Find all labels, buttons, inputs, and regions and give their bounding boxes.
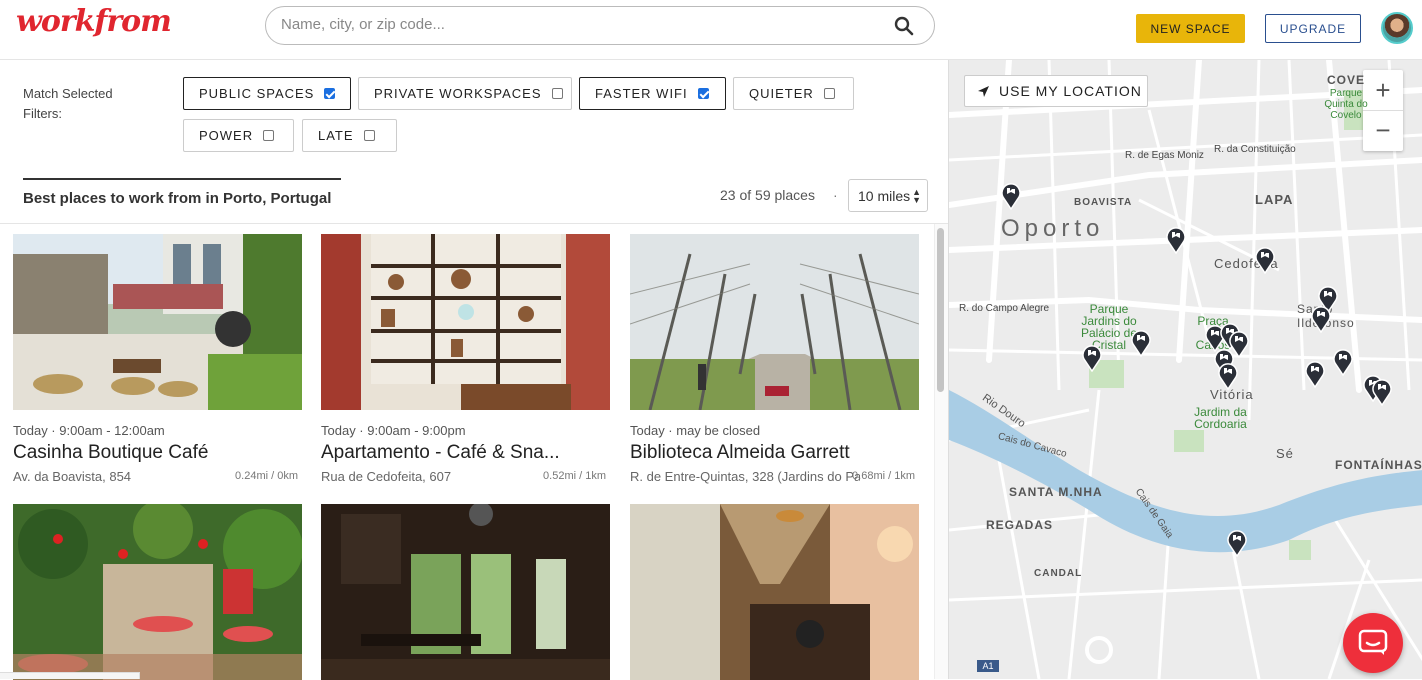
- place-address: Av. da Boavista, 854: [13, 469, 132, 484]
- divider: [0, 223, 948, 224]
- results-count: 23 of 59 places: [720, 187, 815, 203]
- map-label-egas-moniz: R. de Egas Moniz: [1125, 150, 1204, 161]
- radius-select[interactable]: 10 miles ▲ ▼: [848, 179, 928, 212]
- place-photo[interactable]: [13, 504, 302, 680]
- filter-public-spaces[interactable]: PUBLIC SPACES: [183, 77, 351, 110]
- place-card[interactable]: [13, 504, 302, 680]
- place-address: Rua de Cedofeita, 607: [321, 469, 452, 484]
- map-pin-icon[interactable]: [1165, 224, 1187, 254]
- select-arrows-icon: ▲ ▼: [912, 187, 921, 205]
- filter-label: POWER: [199, 128, 254, 143]
- filter-quieter[interactable]: QUIETER: [733, 77, 854, 110]
- checkbox[interactable]: [263, 130, 275, 141]
- map-label-santa-marinha: SANTA M.NHA: [1009, 485, 1103, 499]
- place-photo[interactable]: [321, 504, 610, 680]
- place-photo[interactable]: [13, 234, 302, 410]
- checkbox[interactable]: [697, 88, 709, 99]
- place-name[interactable]: Apartamento - Café & Sna...: [321, 442, 610, 464]
- map-label-candal: CANDAL: [1034, 568, 1083, 579]
- place-card[interactable]: Today · 9:00am - 9:00pm Apartamento - Ca…: [321, 234, 610, 484]
- place-card[interactable]: [321, 504, 610, 680]
- map-label-quinta: Parque Quinta do Covelo: [1324, 88, 1368, 121]
- new-space-button[interactable]: NEW SPACE: [1136, 14, 1245, 43]
- scrollbar-thumb[interactable]: [937, 228, 944, 392]
- place-card[interactable]: [630, 504, 919, 680]
- upgrade-button[interactable]: UPGRADE: [1265, 14, 1361, 43]
- search-icon[interactable]: [894, 16, 914, 36]
- map-pin-icon[interactable]: [1000, 180, 1022, 210]
- status-bar: [0, 672, 140, 679]
- map-label-jardim: Jardim da Cordoaria: [1194, 405, 1247, 431]
- map-label-constituicao: R. da Constituição: [1214, 144, 1296, 155]
- place-distance: 0.68mi / 1km: [852, 470, 915, 482]
- filter-label: QUIETER: [749, 86, 814, 101]
- filter-label: LATE: [318, 128, 354, 143]
- map-pin-icon[interactable]: [1130, 327, 1152, 357]
- map-label-lapa: LAPA: [1255, 192, 1294, 207]
- use-location-label: USE MY LOCATION: [999, 83, 1142, 99]
- place-address: R. de Entre-Quintas, 328 (Jardins do Pa.…: [630, 469, 860, 484]
- chat-button[interactable]: [1343, 613, 1403, 673]
- filter-late[interactable]: LATE: [302, 119, 397, 152]
- place-hours: Today · 9:00am - 12:00am: [13, 423, 165, 438]
- place-photo[interactable]: [630, 234, 919, 410]
- map-label-oporto: Oporto: [1001, 215, 1105, 242]
- search-bar[interactable]: [265, 6, 935, 45]
- place-card[interactable]: Today · may be closed Biblioteca Almeida…: [630, 234, 919, 484]
- place-photo[interactable]: [630, 504, 919, 680]
- checkbox[interactable]: [363, 130, 375, 141]
- place-distance: 0.52mi / 1km: [543, 470, 606, 482]
- place-name[interactable]: Casinha Boutique Café: [13, 442, 302, 464]
- search-input[interactable]: [281, 16, 881, 33]
- checkbox[interactable]: [823, 88, 835, 99]
- map-pin-icon[interactable]: [1081, 342, 1103, 372]
- map-label-cove: COVE: [1327, 73, 1366, 87]
- map-label-fontainhas: FONTAÍNHAS: [1335, 458, 1422, 472]
- checkbox[interactable]: [324, 88, 336, 99]
- filter-private-workspaces[interactable]: PRIVATE WORKSPACES: [358, 77, 572, 110]
- map-pin-icon[interactable]: [1371, 376, 1393, 406]
- map-label-boavista: BOAVISTA: [1074, 197, 1133, 208]
- map-label-se: Sé: [1276, 446, 1294, 461]
- location-arrow-icon: [978, 85, 989, 97]
- place-photo[interactable]: [321, 234, 610, 410]
- separator: ·: [833, 187, 838, 203]
- use-location-button[interactable]: USE MY LOCATION: [964, 75, 1148, 107]
- logo[interactable]: workfrom: [16, 4, 172, 39]
- map-pin-icon[interactable]: [1226, 527, 1248, 557]
- filter-label: FASTER WIFI: [595, 86, 688, 101]
- filters-label: Match Selected Filters:: [23, 86, 113, 121]
- map-pin-icon[interactable]: [1304, 358, 1326, 388]
- map-pin-icon[interactable]: [1254, 244, 1276, 274]
- filter-label: PUBLIC SPACES: [199, 86, 315, 101]
- map-pin-icon[interactable]: [1310, 303, 1332, 333]
- map-label-regadas: REGADAS: [986, 518, 1054, 532]
- place-distance: 0.24mi / 0km: [235, 470, 298, 482]
- place-card[interactable]: Today · 9:00am - 12:00am Casinha Boutiqu…: [13, 234, 302, 484]
- filter-label: PRIVATE WORKSPACES: [374, 86, 542, 101]
- checkbox[interactable]: [551, 88, 563, 99]
- list-title: Best places to work from in Porto, Portu…: [23, 178, 341, 207]
- filter-faster-wifi[interactable]: FASTER WIFI: [579, 77, 726, 110]
- map-pin-icon[interactable]: [1332, 346, 1354, 376]
- map-pin-icon[interactable]: [1217, 360, 1239, 390]
- radius-value: 10 miles: [858, 187, 911, 204]
- map[interactable]: USE MY LOCATION + − Oporto BOAVISTA LAPA…: [948, 60, 1422, 679]
- map-label-campo-alegre: R. do Campo Alegre: [959, 303, 1050, 314]
- place-hours: Today · may be closed: [630, 423, 761, 438]
- header: workfrom NEW SPACE UPGRADE: [0, 0, 1422, 60]
- chat-icon: [1358, 629, 1388, 655]
- place-hours: Today · 9:00am - 9:00pm: [321, 423, 466, 438]
- map-label-a1: A1: [977, 660, 999, 672]
- avatar[interactable]: [1381, 12, 1413, 44]
- filter-power[interactable]: POWER: [183, 119, 294, 152]
- place-name[interactable]: Biblioteca Almeida Garrett: [630, 442, 919, 464]
